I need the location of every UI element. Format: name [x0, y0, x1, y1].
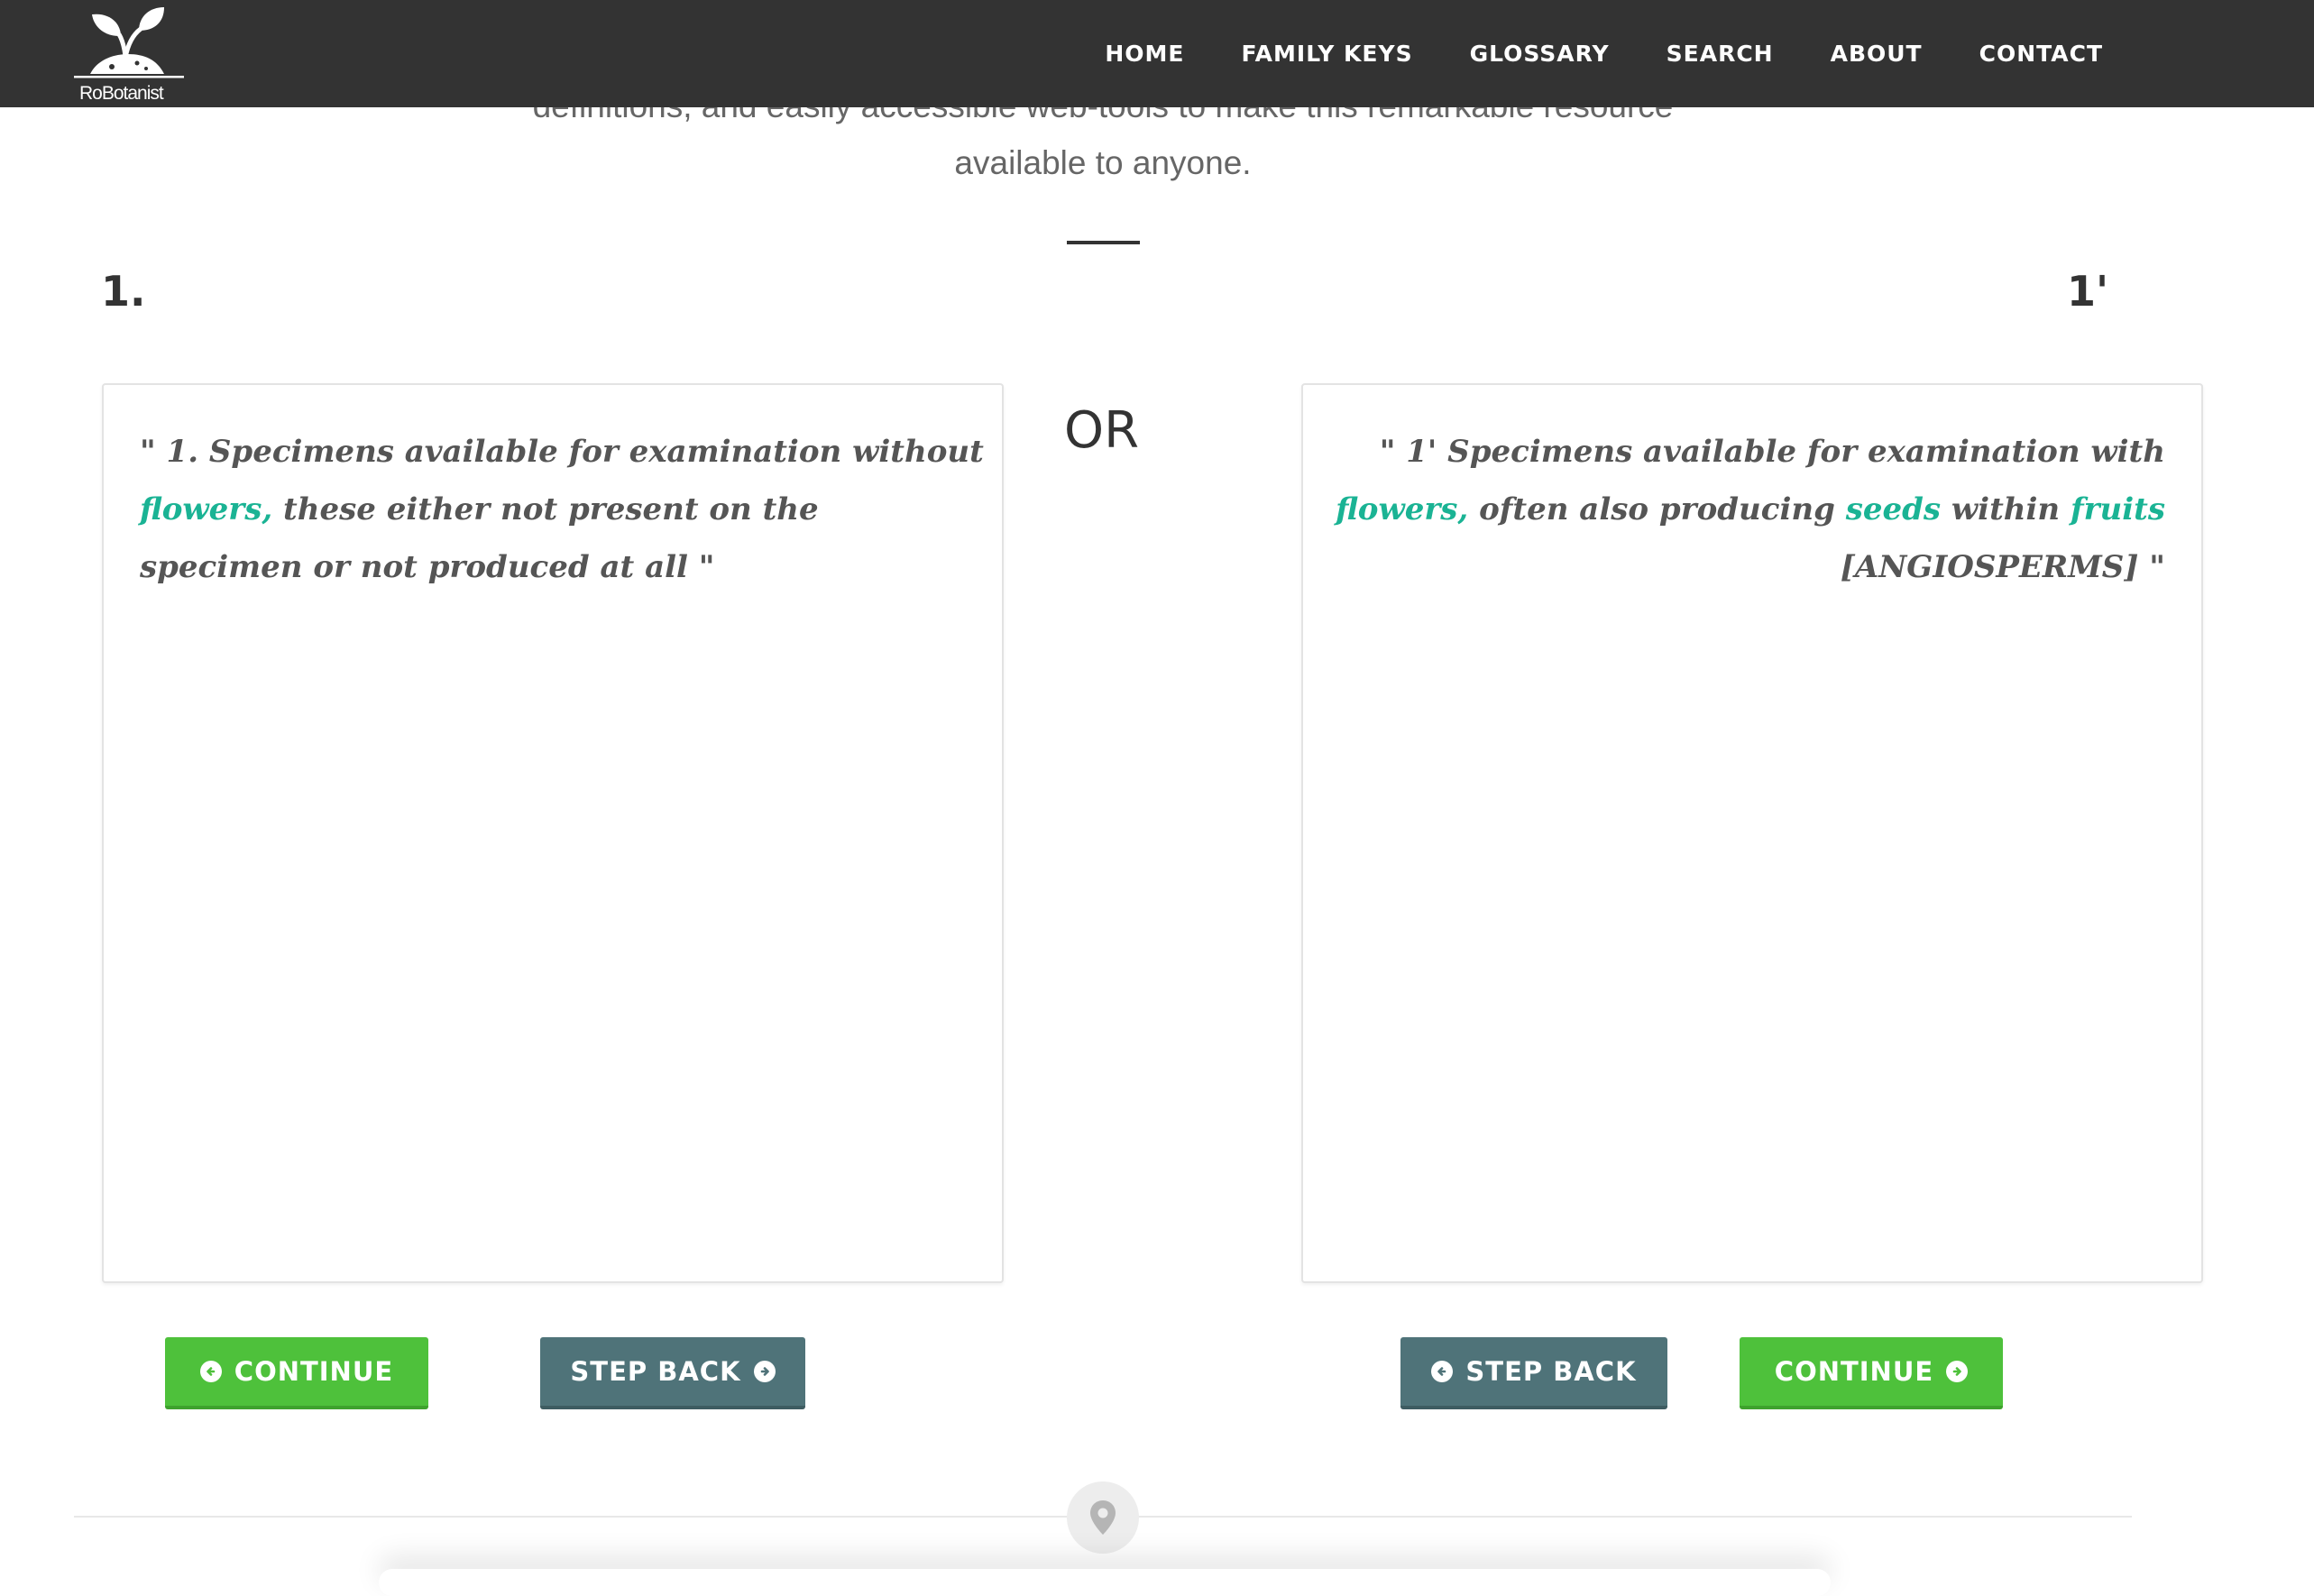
arrow-circle-right-icon — [753, 1361, 776, 1382]
site-header: RoBotanist HOME FAMILY KEYS GLOSSARY SEA… — [0, 0, 2314, 107]
lead-text-segment: [ANGIOSPERMS] " — [1840, 549, 2165, 585]
logo-text: RoBotanist — [79, 83, 164, 104]
arrow-circle-right-icon — [1946, 1361, 1969, 1382]
arrow-circle-left-icon — [1431, 1361, 1454, 1382]
glossary-term-flowers[interactable]: flowers, — [140, 491, 272, 527]
glossary-term-fruits[interactable]: fruits — [2071, 491, 2165, 527]
lead-text-segment: often also producing — [1468, 491, 1846, 527]
arrow-circle-left-icon — [199, 1361, 222, 1382]
step-back-button-right[interactable]: STEP BACK — [1400, 1337, 1667, 1409]
lead-text-segment: " 1' Specimens available for examination… — [1379, 434, 2165, 470]
sprout-logo-icon — [74, 7, 184, 78]
nav-home[interactable]: HOME — [1105, 41, 1184, 67]
lead-card-right: " 1' Specimens available for examination… — [1301, 383, 2203, 1283]
lead-text-segment: " 1. Specimens available for examination… — [140, 434, 984, 470]
nav-contact[interactable]: CONTACT — [1979, 41, 2103, 67]
map-marker-icon — [1090, 1500, 1116, 1535]
nav-glossary[interactable]: GLOSSARY — [1470, 41, 1610, 67]
section-divider — [1067, 241, 1140, 244]
step-back-label: STEP BACK — [570, 1356, 741, 1387]
step-back-button-left[interactable]: STEP BACK — [540, 1337, 805, 1409]
couplet-number-left: 1. — [101, 267, 146, 316]
intro-text-line-2: available to anyone. — [954, 144, 1252, 181]
continue-button-right[interactable]: CONTINUE — [1740, 1337, 2003, 1409]
nav-family-keys[interactable]: FAMILY KEYS — [1241, 41, 1412, 67]
lead-text-segment: within — [1941, 491, 2071, 527]
continue-button-left[interactable]: CONTINUE — [165, 1337, 428, 1409]
continue-label: CONTINUE — [1774, 1356, 1934, 1387]
lead-text-left: " 1. Specimens available for examination… — [140, 423, 987, 596]
lead-card-left: " 1. Specimens available for examination… — [102, 383, 1004, 1283]
glossary-term-flowers[interactable]: flowers, — [1336, 491, 1468, 527]
nav-about[interactable]: ABOUT — [1831, 41, 1923, 67]
lead-text-right: " 1' Specimens available for examination… — [1318, 423, 2165, 596]
continue-label: CONTINUE — [234, 1356, 394, 1387]
or-label: OR — [1064, 401, 1139, 460]
glossary-term-seeds[interactable]: seeds — [1846, 491, 1941, 527]
main-nav: HOME FAMILY KEYS GLOSSARY SEARCH ABOUT C… — [1105, 0, 2103, 107]
couplet-number-right: 1' — [2067, 267, 2109, 316]
robotanist-logo[interactable]: RoBotanist — [74, 4, 184, 105]
step-back-label: STEP BACK — [1465, 1356, 1637, 1387]
map-marker-badge — [1067, 1481, 1139, 1554]
footer-shadow — [379, 1569, 1831, 1596]
nav-search[interactable]: SEARCH — [1667, 41, 1774, 67]
